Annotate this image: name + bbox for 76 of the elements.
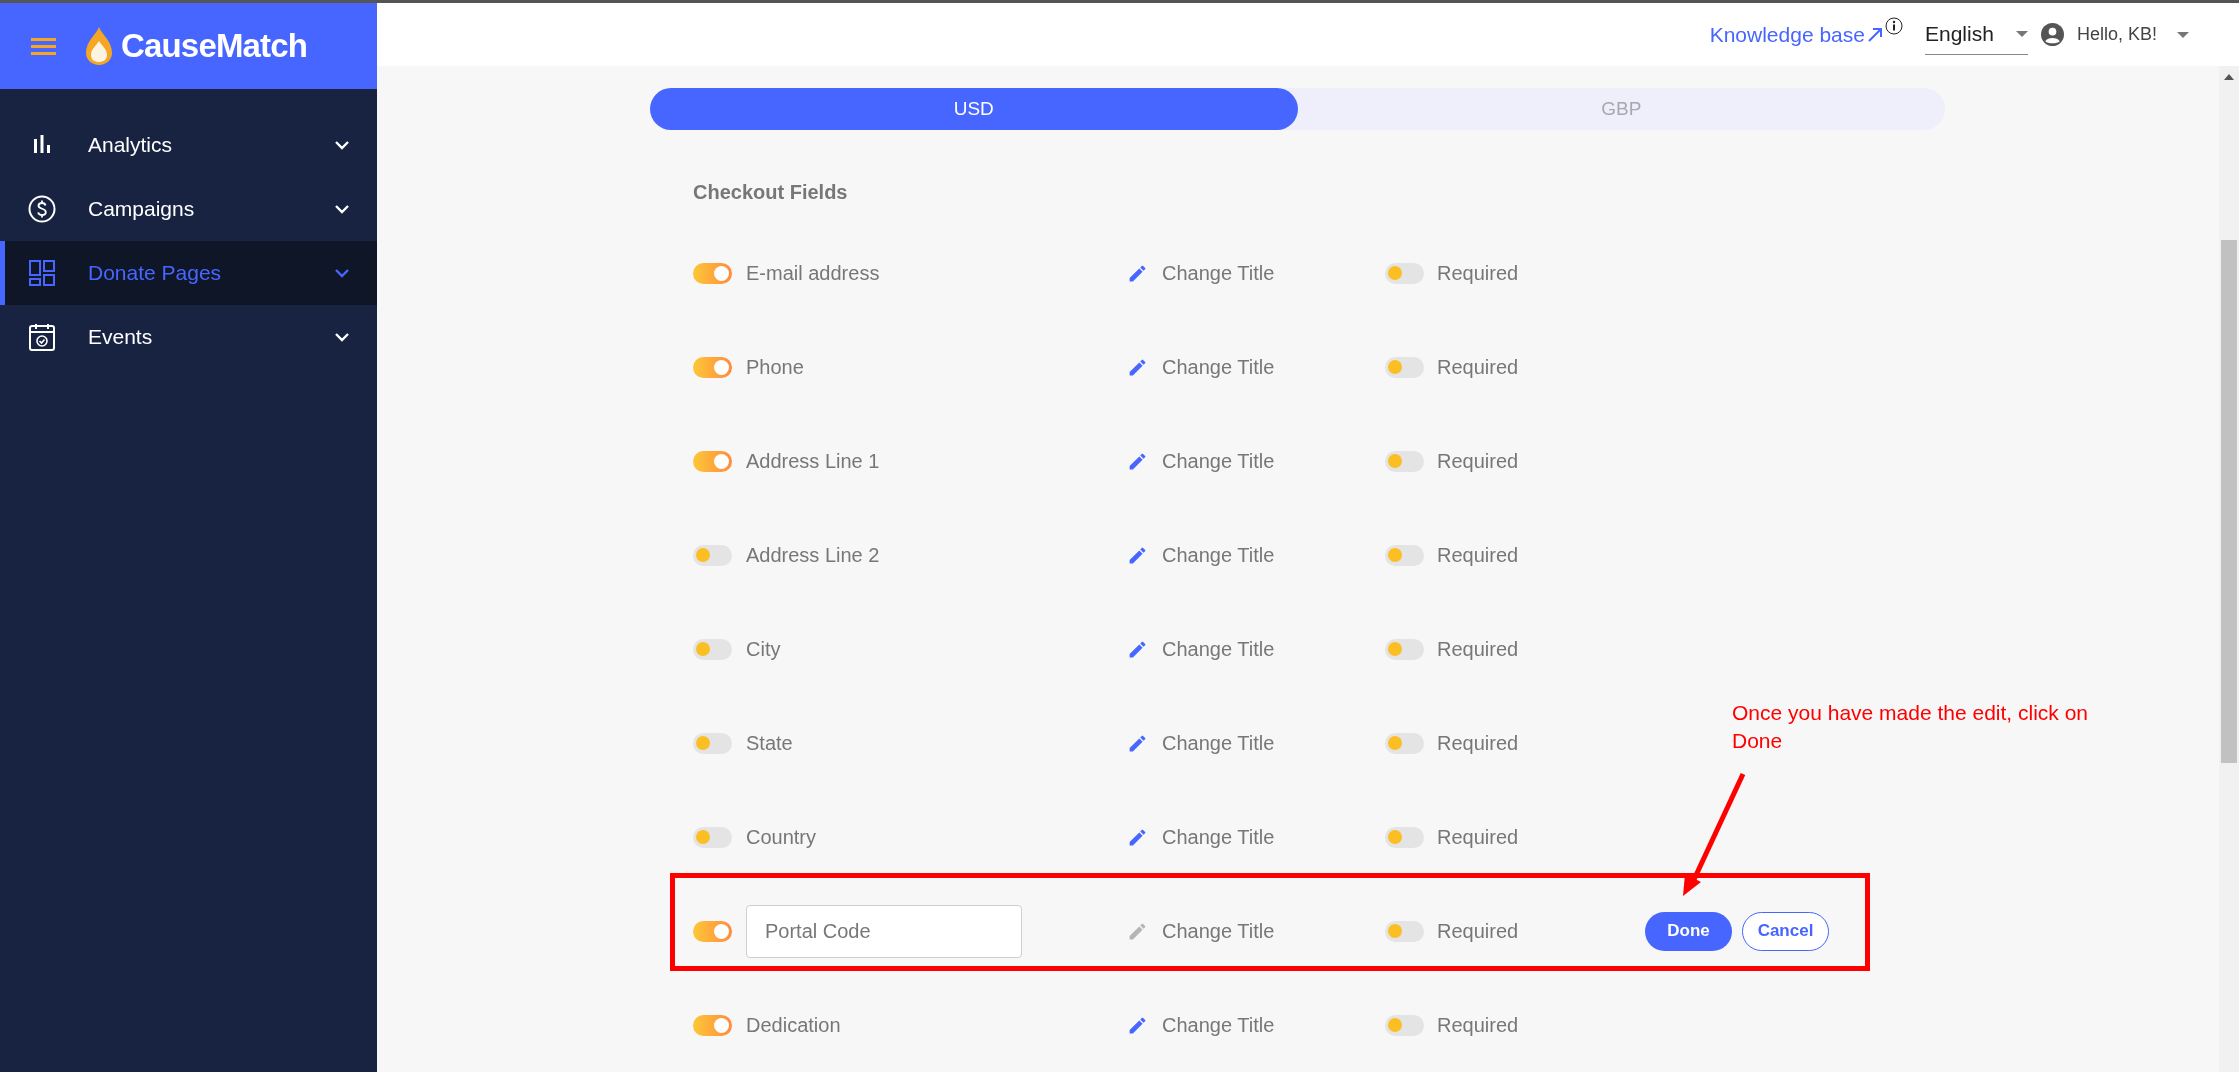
caret-icon [2177, 31, 2189, 38]
sidebar-item[interactable]: Analytics [0, 113, 377, 177]
toggle-switch[interactable] [693, 544, 732, 566]
dollar-icon [28, 195, 56, 223]
chevron-down-icon [335, 268, 349, 278]
sidebar-item[interactable]: Campaigns [0, 177, 377, 241]
menu-icon[interactable] [31, 37, 56, 55]
change-title-button[interactable]: Change Title [1162, 728, 1275, 758]
change-title-button[interactable]: Change Title [1162, 634, 1275, 664]
change-title-button[interactable]: Change Title [1162, 916, 1275, 946]
toggle-switch[interactable] [1385, 920, 1424, 942]
required-label: Required [1437, 543, 1519, 568]
language-dropdown[interactable]: English [1924, 14, 2028, 55]
scrollbar-thumb[interactable] [2221, 240, 2237, 763]
done-button[interactable]: Done [1645, 911, 1732, 951]
calendar-icon [29, 323, 55, 351]
toggle-switch[interactable] [693, 826, 732, 848]
toggle-switch[interactable] [1385, 732, 1424, 754]
grid-icon [29, 260, 55, 286]
chevron-down-icon [335, 204, 349, 214]
user-avatar-icon [2040, 23, 2064, 46]
change-title-button[interactable]: Change Title [1162, 822, 1275, 852]
field-label: Dedication [746, 1013, 841, 1038]
change-title-button[interactable]: Change Title [1162, 258, 1275, 288]
sidebar-item[interactable]: Donate Pages [0, 241, 377, 305]
scroll-up-icon[interactable] [2224, 74, 2234, 80]
toggle-switch[interactable] [1385, 544, 1424, 566]
toggle-switch[interactable] [693, 450, 732, 472]
field-label: Country [746, 825, 817, 850]
brand-name: CauseMatch [121, 26, 308, 67]
change-title-button[interactable]: Change Title [1162, 540, 1275, 570]
knowledge-base-link[interactable]: Knowledge base [1709, 18, 1865, 51]
external-link-icon [1866, 26, 1883, 43]
required-label: Required [1437, 637, 1519, 662]
required-label: Required [1437, 355, 1519, 380]
toggle-switch[interactable] [693, 1014, 732, 1036]
change-title-button[interactable]: Change Title [1162, 1010, 1275, 1040]
required-label: Required [1437, 261, 1519, 286]
section-title: Checkout Fields [693, 180, 849, 203]
change-title-button[interactable]: Change Title [1162, 446, 1275, 476]
currency-tab[interactable]: USD [650, 88, 1298, 130]
annotation-text: Once you have made the edit, click on Done [1732, 700, 2090, 754]
required-label: Required [1437, 449, 1519, 474]
toggle-switch[interactable] [1385, 826, 1424, 848]
field-label: E-mail address [746, 261, 880, 286]
bar-chart-icon [32, 135, 52, 155]
cancel-button[interactable]: Cancel [1742, 911, 1829, 951]
required-label: Required [1437, 919, 1519, 944]
field-label: State [746, 731, 793, 756]
toggle-switch[interactable] [1385, 450, 1424, 472]
toggle-switch[interactable] [1385, 356, 1424, 378]
toggle-switch[interactable] [693, 732, 732, 754]
toggle-switch[interactable] [1385, 1014, 1424, 1036]
chevron-down-icon [335, 140, 349, 150]
field-label: Phone [746, 355, 804, 380]
toggle-switch[interactable] [693, 262, 732, 284]
scrollbar[interactable] [2219, 66, 2239, 1072]
toggle-switch[interactable] [693, 920, 732, 942]
toggle-switch[interactable] [1385, 262, 1424, 284]
required-label: Required [1437, 825, 1519, 850]
change-title-button[interactable]: Change Title [1162, 352, 1275, 382]
user-menu[interactable]: Hello, KB! [2076, 21, 2189, 48]
field-label: Address Line 1 [746, 449, 880, 474]
chevron-down-icon [335, 332, 349, 342]
field-label: Address Line 2 [746, 543, 880, 568]
required-label: Required [1437, 1013, 1519, 1038]
caret-icon [2015, 31, 2028, 37]
title-input-field[interactable]: Portal Code [746, 904, 1022, 958]
toggle-switch[interactable] [693, 638, 732, 660]
required-label: Required [1437, 731, 1519, 756]
sidebar-item[interactable]: Events [0, 305, 377, 369]
field-label: City [746, 637, 781, 662]
flame-logo-icon [86, 27, 112, 65]
toggle-switch[interactable] [693, 356, 732, 378]
toggle-switch[interactable] [1385, 638, 1424, 660]
info-icon[interactable] [1884, 16, 1903, 35]
